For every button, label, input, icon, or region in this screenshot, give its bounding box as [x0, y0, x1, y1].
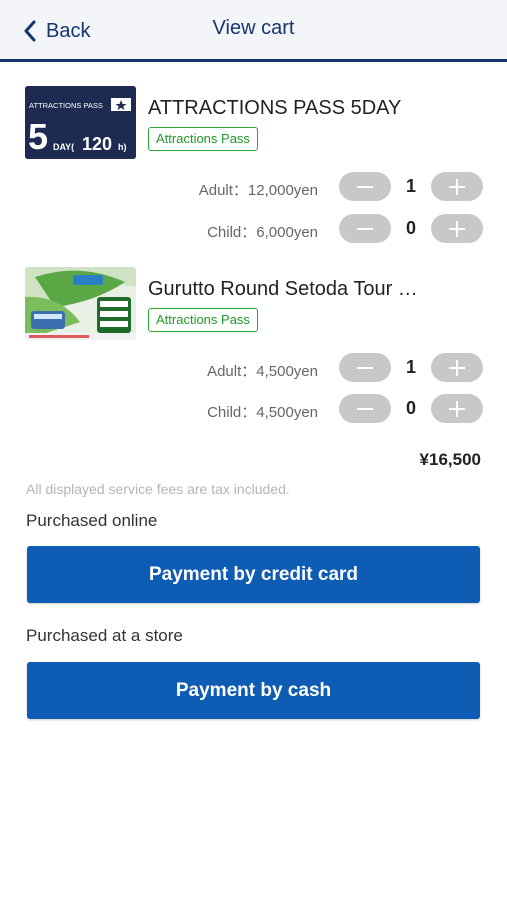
minus-icon [357, 366, 373, 369]
plus-icon [449, 178, 465, 195]
item-title: Gurutto Round Setoda Tour … [148, 278, 418, 300]
adult-quantity: 1 [405, 176, 416, 196]
child-price-label: Child：6,000yen [207, 224, 318, 241]
tour-photo-image [25, 267, 136, 340]
child-quantity-row: Child：4,500yen 0 [0, 394, 507, 424]
attractions-pass-thumbnail: ATTRACTIONS PASS 5 DAY( 120 h) [25, 86, 136, 159]
pass-card-h: h) [118, 142, 127, 152]
item-category-tag: Attractions Pass [148, 308, 258, 332]
nav-bar: Back View cart [0, 0, 507, 62]
decrease-child-button[interactable] [339, 394, 391, 423]
child-quantity: 0 [405, 218, 416, 238]
child-quantity-row: Child：6,000yen 0 [0, 214, 507, 244]
plus-icon [449, 359, 465, 376]
credit-card-payment-button[interactable]: Payment by credit card [27, 546, 480, 603]
pass-card-day: DAY( [53, 142, 74, 152]
increase-adult-button[interactable] [431, 353, 483, 382]
decrease-adult-button[interactable] [339, 353, 391, 382]
tax-note: All displayed service fees are tax inclu… [26, 481, 290, 497]
adult-price-label: Adult：4,500yen [207, 363, 318, 380]
page-title: View cart [212, 17, 295, 39]
pass-card-header: ATTRACTIONS PASS [29, 101, 103, 110]
adult-price-label: Adult：12,000yen [198, 182, 318, 199]
item-category-tag: Attractions Pass [148, 127, 258, 151]
child-quantity: 0 [405, 398, 416, 418]
plus-icon [449, 220, 465, 237]
plus-icon [449, 400, 465, 417]
adult-quantity-row: Adult：12,000yen 1 [0, 172, 507, 202]
child-price-label: Child：4,500yen [207, 404, 318, 421]
cash-payment-button[interactable]: Payment by cash [27, 662, 480, 719]
decrease-adult-button[interactable] [339, 172, 391, 201]
pass-card-hours: 120 [82, 134, 112, 154]
minus-icon [357, 227, 373, 230]
decrease-child-button[interactable] [339, 214, 391, 243]
online-section-label: Purchased online [26, 511, 158, 530]
store-section-label: Purchased at a store [26, 626, 183, 645]
increase-child-button[interactable] [431, 394, 483, 423]
increase-adult-button[interactable] [431, 172, 483, 201]
item-title: ATTRACTIONS PASS 5DAY [148, 97, 402, 119]
adult-quantity-row: Adult：4,500yen 1 [0, 353, 507, 383]
minus-icon [357, 185, 373, 188]
cart-total: ¥16,500 [419, 450, 481, 469]
increase-child-button[interactable] [431, 214, 483, 243]
setoda-tour-thumbnail [25, 267, 136, 340]
adult-quantity: 1 [405, 357, 416, 377]
pass-card-image: ATTRACTIONS PASS 5 DAY( 120 h) [25, 86, 136, 159]
pass-card-number: 5 [28, 116, 48, 157]
minus-icon [357, 407, 373, 410]
